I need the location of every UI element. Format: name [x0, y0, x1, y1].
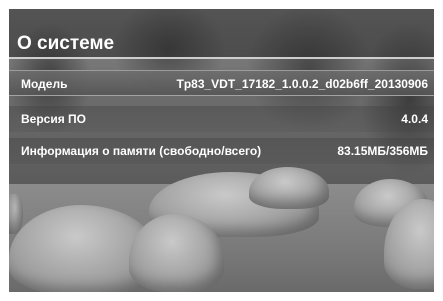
info-row-label: Информация о памяти (свободно/всего) — [21, 144, 262, 158]
info-row-label: Версия ПО — [21, 112, 87, 126]
background-rock — [249, 167, 329, 209]
tv-screen: О системе Модель Tp83_VDT_17182_1.0.0.2_… — [9, 9, 434, 292]
info-row-value: Tp83_VDT_17182_1.0.0.2_d02b6ff_20130906 — [176, 77, 428, 91]
info-row-model[interactable]: Модель Tp83_VDT_17182_1.0.0.2_d02b6ff_20… — [9, 70, 434, 96]
page-title: О системе — [17, 33, 115, 54]
info-row-firmware[interactable]: Версия ПО 4.0.4 — [9, 106, 434, 132]
info-row-label: Модель — [21, 77, 68, 91]
info-row-memory[interactable]: Информация о памяти (свободно/всего) 83.… — [9, 138, 434, 164]
info-row-value: 4.0.4 — [401, 112, 428, 126]
info-row-value: 83.15МБ/356МБ — [337, 144, 428, 158]
header-bar: О системе — [9, 9, 434, 59]
system-info-list: Модель Tp83_VDT_17182_1.0.0.2_d02b6ff_20… — [9, 70, 434, 164]
